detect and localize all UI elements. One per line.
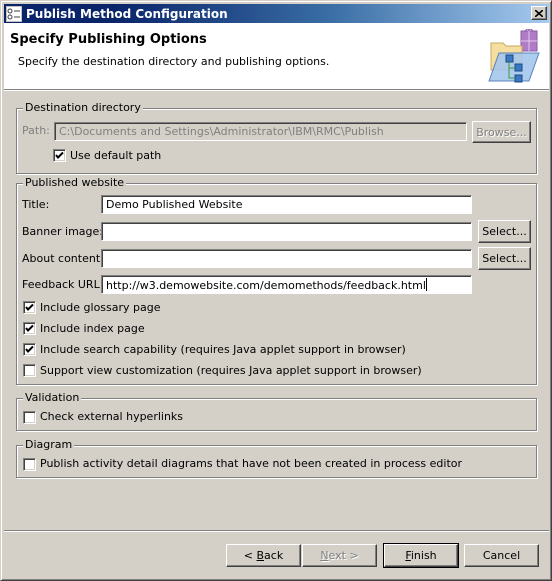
diagram-group: Diagram Publish activity detail diagrams… bbox=[16, 438, 537, 478]
banner-image-label: Banner image: bbox=[22, 225, 103, 238]
index-label: Include index page bbox=[40, 322, 145, 335]
wizard-header: Specify Publishing Options Specify the d… bbox=[4, 23, 549, 91]
checkmark-icon bbox=[25, 345, 34, 353]
checkmark-icon bbox=[25, 324, 34, 332]
path-label: Path: bbox=[22, 124, 50, 137]
banner-select-button[interactable]: Select... bbox=[478, 220, 531, 243]
glossary-checkbox[interactable] bbox=[23, 301, 36, 314]
feedback-url-value: http://w3.demowebsite.com/demomethods/fe… bbox=[106, 279, 426, 292]
path-input[interactable]: C:\Documents and Settings\Administrator\… bbox=[54, 122, 467, 141]
feedback-url-input[interactable]: http://w3.demowebsite.com/demomethods/fe… bbox=[101, 275, 472, 294]
check-external-hyperlinks-checkbox[interactable] bbox=[23, 411, 36, 424]
about-select-button[interactable]: Select... bbox=[478, 247, 531, 270]
banner-image-input[interactable] bbox=[101, 222, 472, 241]
back-label: < Back bbox=[243, 549, 284, 562]
window-title: Publish Method Configuration bbox=[26, 6, 228, 21]
button-bar-separator bbox=[4, 530, 549, 532]
validation-legend: Validation bbox=[23, 391, 82, 405]
feedback-url-label: Feedback URL: bbox=[22, 278, 104, 291]
destination-legend: Destination directory bbox=[23, 101, 143, 115]
title-input[interactable]: Demo Published Website bbox=[101, 195, 472, 214]
view-customization-checkbox[interactable] bbox=[23, 364, 36, 377]
next-button[interactable]: Next > bbox=[302, 544, 377, 567]
publish-dialog: Publish Method Configuration Specify Pub… bbox=[0, 0, 552, 581]
publish-diagrams-checkbox[interactable] bbox=[23, 458, 36, 471]
page-description: Specify the destination directory and pu… bbox=[18, 55, 330, 68]
finish-label: Finish bbox=[405, 549, 437, 562]
cancel-button[interactable]: Cancel bbox=[464, 544, 539, 567]
search-label: Include search capability (requires Java… bbox=[40, 343, 406, 356]
close-icon bbox=[535, 9, 543, 17]
published-website-legend: Published website bbox=[23, 176, 127, 190]
app-icon bbox=[6, 5, 22, 22]
validation-group: Validation Check external hyperlinks bbox=[16, 391, 537, 431]
text-cursor bbox=[425, 278, 427, 291]
finish-button[interactable]: Finish bbox=[383, 543, 459, 568]
publish-diagrams-label: Publish activity detail diagrams that ha… bbox=[40, 457, 463, 470]
checkmark-icon bbox=[25, 303, 34, 311]
page-title: Specify Publishing Options bbox=[10, 32, 207, 47]
glossary-label: Include glossary page bbox=[40, 301, 161, 314]
index-checkbox[interactable] bbox=[23, 322, 36, 335]
view-customization-label: Support view customization (requires Jav… bbox=[40, 364, 422, 377]
back-button[interactable]: < Back bbox=[226, 544, 301, 567]
close-button[interactable] bbox=[531, 6, 547, 20]
diagram-legend: Diagram bbox=[23, 438, 75, 452]
next-label: Next > bbox=[320, 549, 359, 562]
search-checkbox[interactable] bbox=[23, 343, 36, 356]
use-default-path-label: Use default path bbox=[70, 149, 162, 162]
about-content-label: About content: bbox=[22, 252, 104, 265]
title-bar[interactable]: Publish Method Configuration bbox=[4, 4, 549, 23]
browse-button[interactable]: Browse... bbox=[472, 121, 531, 143]
publish-folder-icon bbox=[488, 29, 540, 83]
check-external-hyperlinks-label: Check external hyperlinks bbox=[40, 410, 184, 423]
use-default-path-checkbox[interactable] bbox=[53, 149, 66, 162]
about-content-input[interactable] bbox=[101, 249, 472, 268]
destination-group: Destination directory Path: C:\Documents… bbox=[16, 101, 537, 174]
title-label: Title: bbox=[22, 198, 50, 211]
checkmark-icon bbox=[55, 151, 64, 159]
published-website-group: Published website Title: Demo Published … bbox=[16, 176, 537, 385]
